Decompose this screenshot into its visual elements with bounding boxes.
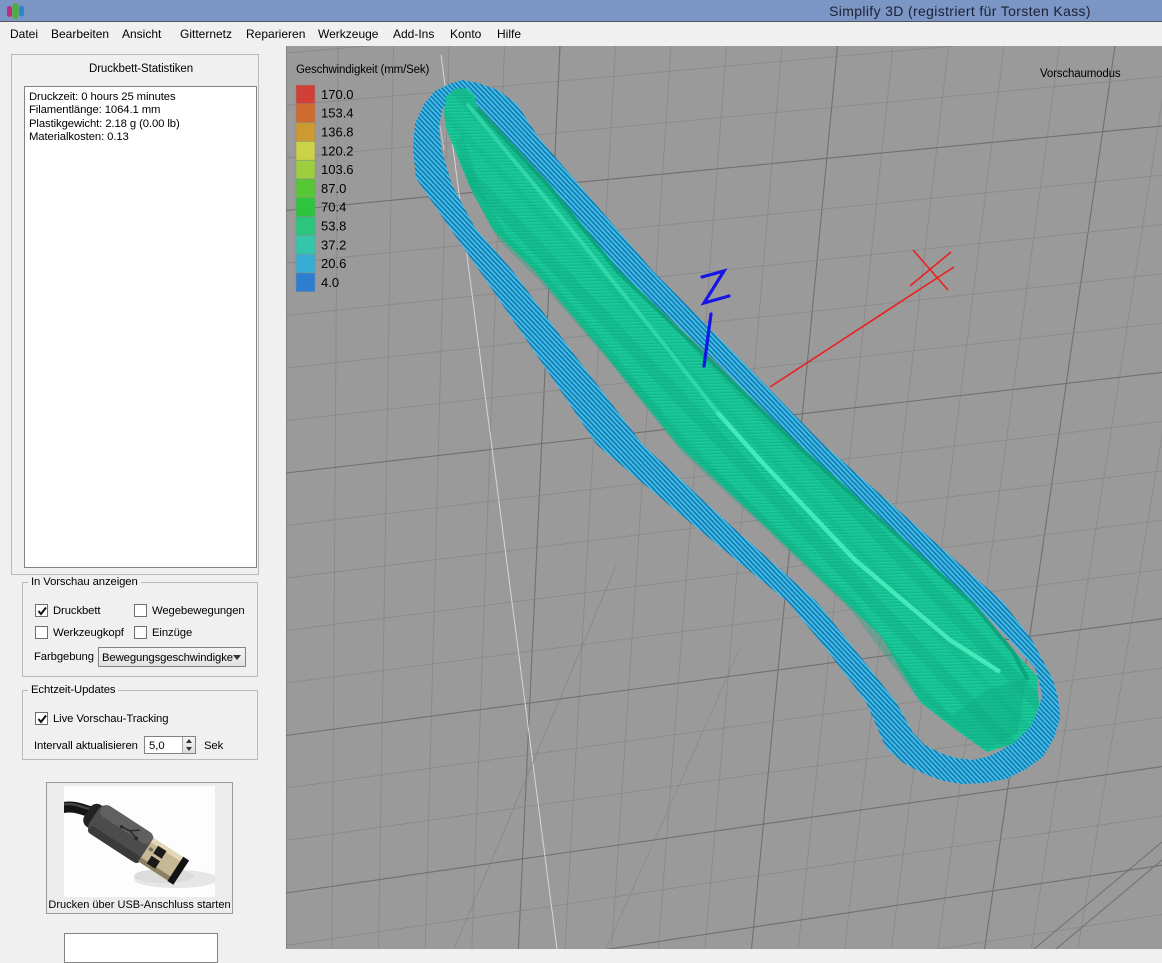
svg-text:4.0: 4.0: [321, 275, 339, 290]
svg-text:136.8: 136.8: [321, 125, 354, 140]
svg-text:87.0: 87.0: [321, 181, 346, 196]
svg-text:53.8: 53.8: [321, 219, 346, 234]
svg-text:70.4: 70.4: [321, 200, 346, 215]
svg-text:153.4: 153.4: [321, 106, 354, 121]
svg-text:37.2: 37.2: [321, 237, 346, 252]
svg-text:Geschwindigkeit (mm/Sek): Geschwindigkeit (mm/Sek): [296, 64, 429, 76]
svg-text:103.6: 103.6: [321, 162, 354, 177]
svg-text:120.2: 120.2: [321, 143, 354, 158]
svg-text:20.6: 20.6: [321, 256, 346, 271]
svg-text:170.0: 170.0: [321, 87, 354, 102]
svg-text:Vorschaumodus: Vorschaumodus: [1040, 68, 1121, 80]
